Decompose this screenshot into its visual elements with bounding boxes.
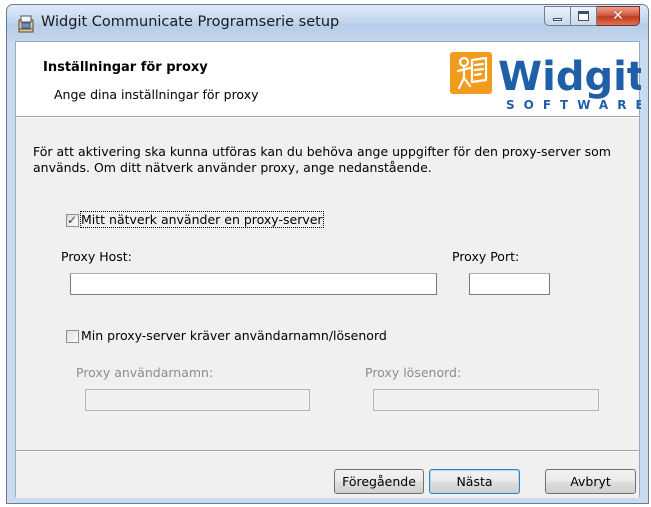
use-proxy-checkbox[interactable]: ✓ — [66, 213, 79, 227]
proxy-username-input[interactable] — [85, 389, 310, 411]
proxy-host-label: Proxy Host: — [61, 249, 132, 264]
description-text: För att aktivering ska kunna utföras kan… — [33, 144, 611, 175]
cancel-button[interactable]: Avbryt — [545, 469, 636, 494]
caption-buttons: ✕ — [544, 6, 640, 28]
requires-auth-checkbox[interactable] — [66, 330, 79, 343]
button-bar: Föregående Nästa Avbryt — [16, 452, 639, 498]
logo-subtext: SOFTWARE — [506, 98, 641, 112]
widgit-software-logo: Widgit SOFTWARE — [450, 52, 641, 112]
window-title: Widgit Communicate Programserie setup — [41, 14, 340, 30]
proxy-password-input[interactable] — [373, 389, 599, 411]
proxy-host-input[interactable] — [70, 273, 437, 295]
proxy-password-label: Proxy lösenord: — [365, 365, 462, 380]
installer-icon — [18, 15, 34, 33]
next-button[interactable]: Nästa — [429, 469, 520, 494]
checkmark-icon: ✓ — [67, 213, 78, 227]
proxy-settings-panel: För att aktivering ska kunna utföras kan… — [16, 118, 639, 450]
minimize-icon — [553, 18, 562, 21]
close-icon: ✕ — [612, 8, 624, 24]
proxy-port-label: Proxy Port: — [452, 249, 520, 264]
requires-auth-label[interactable]: Min proxy-server kräver användarnamn/lös… — [81, 328, 387, 343]
dialog-header: Inställningar för proxy Ange dina instäl… — [16, 42, 641, 116]
close-button[interactable]: ✕ — [597, 6, 640, 26]
proxy-port-input[interactable] — [469, 273, 550, 295]
dialog-client-area: Inställningar för proxy Ange dina instäl… — [15, 41, 641, 498]
logo-wordmark: Widgit — [498, 54, 641, 100]
maximize-icon — [578, 11, 589, 21]
title-bar[interactable]: Widgit Communicate Programserie setup ✕ — [7, 5, 648, 41]
minimize-button[interactable] — [544, 6, 571, 26]
back-button[interactable]: Föregående — [334, 469, 424, 494]
proxy-username-label: Proxy användarnamn: — [76, 365, 214, 380]
use-proxy-label[interactable]: Mitt nätverk använder en proxy-server — [80, 211, 324, 228]
setup-window: Widgit Communicate Programserie setup ✕ … — [6, 4, 649, 504]
page-subtitle: Ange dina inställningar för proxy — [54, 87, 259, 102]
page-title: Inställningar för proxy — [43, 60, 208, 75]
maximize-button[interactable] — [571, 6, 597, 26]
